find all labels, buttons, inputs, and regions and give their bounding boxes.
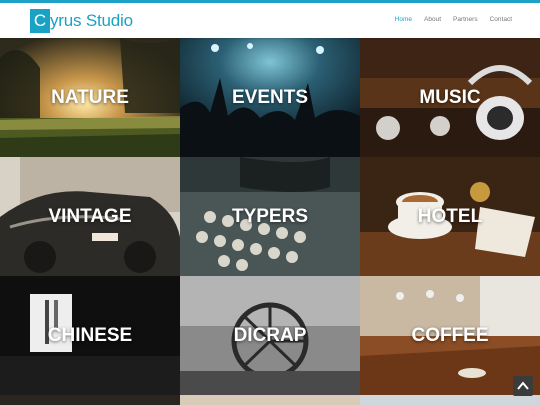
nav-home[interactable]: Home (395, 16, 412, 23)
tile-label: COFFEE (411, 324, 489, 346)
tile-row4-1[interactable] (0, 395, 180, 405)
main-nav: Home About Partners Contact (395, 16, 512, 23)
tile-events[interactable]: EVENTS (180, 38, 360, 157)
logo-mark: C (30, 9, 50, 33)
nav-contact[interactable]: Contact (490, 16, 512, 23)
tile-dicrap[interactable]: DICRAP (180, 276, 360, 395)
logo[interactable]: C yrus Studio (30, 9, 133, 33)
logo-text: yrus Studio (50, 11, 133, 30)
tile-label: CHINESE (47, 324, 133, 346)
nav-about[interactable]: About (424, 16, 441, 23)
tile-chinese[interactable]: CHINESE (0, 276, 180, 395)
tile-label: DICRAP (233, 324, 307, 346)
tile-hotel[interactable]: HOTEL (360, 157, 540, 276)
tile-nature[interactable]: NATURE (0, 38, 180, 157)
tile-row4-2[interactable] (180, 395, 360, 405)
tile-label: HOTEL (417, 205, 483, 227)
tile-vintage[interactable]: VINTAGE (0, 157, 180, 276)
nav-partners[interactable]: Partners (453, 16, 478, 23)
tile-music[interactable]: MUSIC (360, 38, 540, 157)
tile-row4-3[interactable] (360, 395, 540, 405)
tile-typers[interactable]: TYPERS (180, 157, 360, 276)
chevron-up-icon (517, 381, 529, 390)
tile-label: TYPERS (231, 205, 309, 227)
tile-label: MUSIC (419, 86, 481, 108)
back-to-top-button[interactable] (513, 376, 533, 396)
tile-label: VINTAGE (48, 205, 132, 227)
site-header: C yrus Studio Home About Partners Contac… (0, 3, 540, 38)
tile-label: EVENTS (231, 86, 309, 108)
tile-label: NATURE (51, 86, 129, 108)
